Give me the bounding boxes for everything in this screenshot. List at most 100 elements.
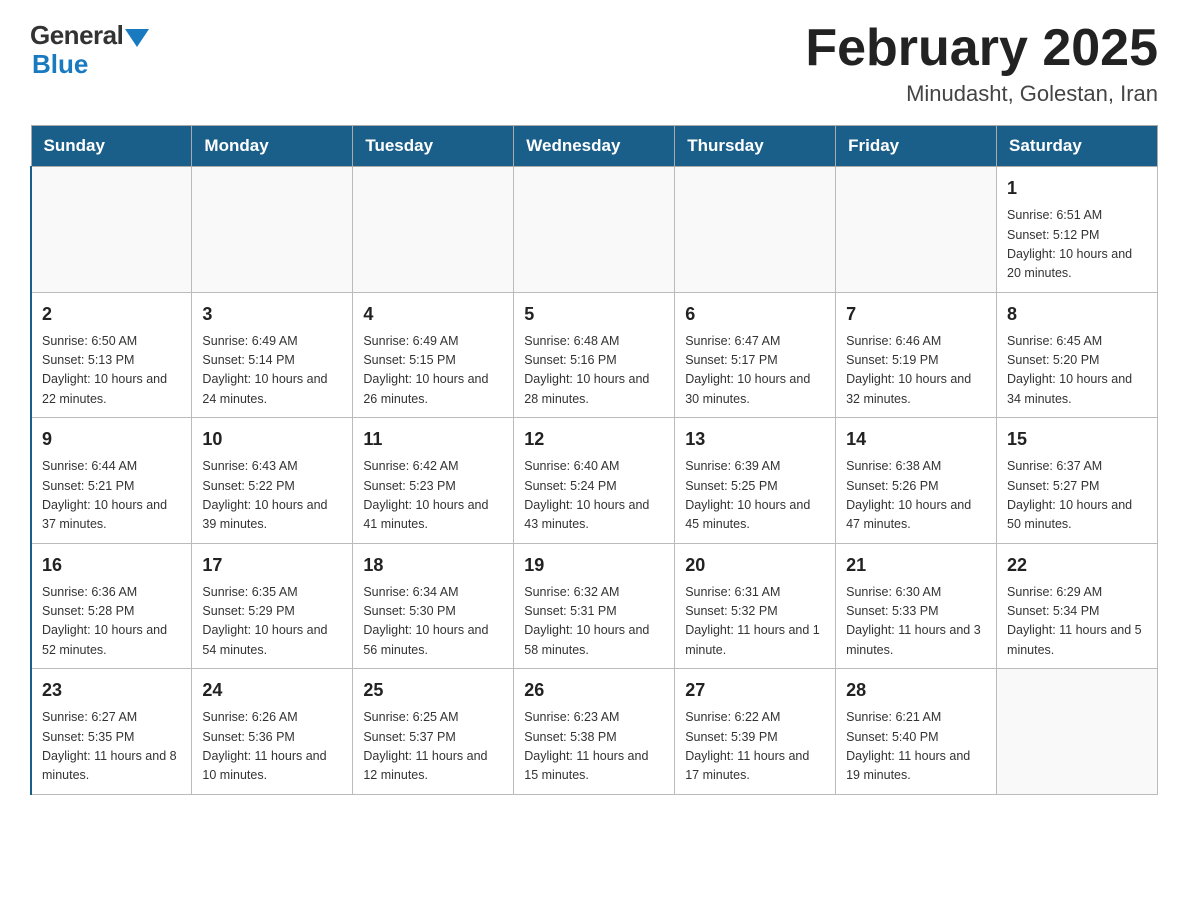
day-info: Sunrise: 6:46 AMSunset: 5:19 PMDaylight:…: [846, 332, 986, 410]
calendar-cell: 27 Sunrise: 6:22 AMSunset: 5:39 PMDayligh…: [675, 669, 836, 795]
day-number: 2: [42, 301, 181, 328]
calendar-cell: 18Sunrise: 6:34 AMSunset: 5:30 PMDayligh…: [353, 543, 514, 669]
logo: General Blue: [30, 20, 149, 80]
day-info: Sunrise: 6:38 AMSunset: 5:26 PMDaylight:…: [846, 457, 986, 535]
calendar-cell: 11 Sunrise: 6:42 AMSunset: 5:23 PMDayligh…: [353, 418, 514, 544]
calendar-week-3: 9 Sunrise: 6:44 AMSunset: 5:21 PMDaylight…: [31, 418, 1158, 544]
day-info: Sunrise: 6:37 AMSunset: 5:27 PMDaylight:…: [1007, 457, 1147, 535]
calendar-cell: 9 Sunrise: 6:44 AMSunset: 5:21 PMDaylight…: [31, 418, 192, 544]
calendar-cell: 7 Sunrise: 6:46 AMSunset: 5:19 PMDaylight…: [836, 292, 997, 418]
day-info: Sunrise: 6:47 AMSunset: 5:17 PMDaylight:…: [685, 332, 825, 410]
calendar-cell: 26 Sunrise: 6:23 AMSunset: 5:38 PMDayligh…: [514, 669, 675, 795]
logo-blue-text: Blue: [30, 49, 88, 80]
day-number: 23: [42, 677, 181, 704]
calendar-cell: 22Sunrise: 6:29 AMSunset: 5:34 PMDayligh…: [997, 543, 1158, 669]
day-number: 26: [524, 677, 664, 704]
day-info: Sunrise: 6:45 AMSunset: 5:20 PMDaylight:…: [1007, 332, 1147, 410]
calendar-week-2: 2 Sunrise: 6:50 AMSunset: 5:13 PMDaylight…: [31, 292, 1158, 418]
calendar-cell: 17 Sunrise: 6:35 AMSunset: 5:29 PMDayligh…: [192, 543, 353, 669]
day-info: Sunrise: 6:26 AMSunset: 5:36 PMDaylight:…: [202, 708, 342, 786]
day-number: 1: [1007, 175, 1147, 202]
calendar-week-4: 16 Sunrise: 6:36 AMSunset: 5:28 PMDayligh…: [31, 543, 1158, 669]
day-info: Sunrise: 6:42 AMSunset: 5:23 PMDaylight:…: [363, 457, 503, 535]
day-number: 25: [363, 677, 503, 704]
day-info: Sunrise: 6:49 AMSunset: 5:14 PMDaylight:…: [202, 332, 342, 410]
calendar-week-1: 1 Sunrise: 6:51 AMSunset: 5:12 PMDaylight…: [31, 167, 1158, 293]
calendar-header-friday: Friday: [836, 126, 997, 167]
day-info: Sunrise: 6:27 AMSunset: 5:35 PMDaylight:…: [42, 708, 181, 786]
day-number: 15: [1007, 426, 1147, 453]
day-info: Sunrise: 6:39 AMSunset: 5:25 PMDaylight:…: [685, 457, 825, 535]
day-info: Sunrise: 6:22 AMSunset: 5:39 PMDaylight:…: [685, 708, 825, 786]
page-header: General Blue February 2025 Minudasht, Go…: [30, 20, 1158, 107]
day-info: Sunrise: 6:30 AMSunset: 5:33 PMDaylight:…: [846, 583, 986, 661]
day-info: Sunrise: 6:31 AMSunset: 5:32 PMDaylight:…: [685, 583, 825, 661]
day-info: Sunrise: 6:36 AMSunset: 5:28 PMDaylight:…: [42, 583, 181, 661]
calendar-cell: 8 Sunrise: 6:45 AMSunset: 5:20 PMDaylight…: [997, 292, 1158, 418]
logo-triangle-icon: [125, 29, 149, 47]
calendar-cell: [514, 167, 675, 293]
day-info: Sunrise: 6:32 AMSunset: 5:31 PMDaylight:…: [524, 583, 664, 661]
calendar-cell: [836, 167, 997, 293]
day-number: 6: [685, 301, 825, 328]
day-number: 11: [363, 426, 503, 453]
day-info: Sunrise: 6:51 AMSunset: 5:12 PMDaylight:…: [1007, 206, 1147, 284]
day-info: Sunrise: 6:25 AMSunset: 5:37 PMDaylight:…: [363, 708, 503, 786]
calendar-header-tuesday: Tuesday: [353, 126, 514, 167]
day-info: Sunrise: 6:35 AMSunset: 5:29 PMDaylight:…: [202, 583, 342, 661]
calendar-cell: 19 Sunrise: 6:32 AMSunset: 5:31 PMDayligh…: [514, 543, 675, 669]
calendar-cell: 13 Sunrise: 6:39 AMSunset: 5:25 PMDayligh…: [675, 418, 836, 544]
calendar-cell: 1 Sunrise: 6:51 AMSunset: 5:12 PMDaylight…: [997, 167, 1158, 293]
calendar-cell: 24 Sunrise: 6:26 AMSunset: 5:36 PMDayligh…: [192, 669, 353, 795]
calendar-header-monday: Monday: [192, 126, 353, 167]
calendar-cell: 14 Sunrise: 6:38 AMSunset: 5:26 PMDayligh…: [836, 418, 997, 544]
day-info: Sunrise: 6:43 AMSunset: 5:22 PMDaylight:…: [202, 457, 342, 535]
day-number: 17: [202, 552, 342, 579]
day-number: 16: [42, 552, 181, 579]
calendar-cell: [353, 167, 514, 293]
day-number: 28: [846, 677, 986, 704]
day-number: 27: [685, 677, 825, 704]
calendar-cell: 15 Sunrise: 6:37 AMSunset: 5:27 PMDayligh…: [997, 418, 1158, 544]
day-info: Sunrise: 6:44 AMSunset: 5:21 PMDaylight:…: [42, 457, 181, 535]
calendar-cell: 23 Sunrise: 6:27 AMSunset: 5:35 PMDayligh…: [31, 669, 192, 795]
calendar-header-row: SundayMondayTuesdayWednesdayThursdayFrid…: [31, 126, 1158, 167]
day-number: 9: [42, 426, 181, 453]
month-title: February 2025: [805, 20, 1158, 77]
day-info: Sunrise: 6:40 AMSunset: 5:24 PMDaylight:…: [524, 457, 664, 535]
day-info: Sunrise: 6:23 AMSunset: 5:38 PMDaylight:…: [524, 708, 664, 786]
location-title: Minudasht, Golestan, Iran: [805, 81, 1158, 107]
day-info: Sunrise: 6:34 AMSunset: 5:30 PMDaylight:…: [363, 583, 503, 661]
day-number: 19: [524, 552, 664, 579]
day-number: 24: [202, 677, 342, 704]
day-info: Sunrise: 6:29 AMSunset: 5:34 PMDaylight:…: [1007, 583, 1147, 661]
day-number: 5: [524, 301, 664, 328]
calendar-week-5: 23 Sunrise: 6:27 AMSunset: 5:35 PMDayligh…: [31, 669, 1158, 795]
calendar-cell: [675, 167, 836, 293]
calendar-cell: 2 Sunrise: 6:50 AMSunset: 5:13 PMDaylight…: [31, 292, 192, 418]
calendar-table: SundayMondayTuesdayWednesdayThursdayFrid…: [30, 125, 1158, 795]
calendar-cell: 21 Sunrise: 6:30 AMSunset: 5:33 PMDayligh…: [836, 543, 997, 669]
day-number: 13: [685, 426, 825, 453]
day-info: Sunrise: 6:21 AMSunset: 5:40 PMDaylight:…: [846, 708, 986, 786]
day-number: 21: [846, 552, 986, 579]
logo-general-text: General: [30, 20, 123, 51]
day-info: Sunrise: 6:48 AMSunset: 5:16 PMDaylight:…: [524, 332, 664, 410]
calendar-cell: [997, 669, 1158, 795]
day-number: 14: [846, 426, 986, 453]
title-section: February 2025 Minudasht, Golestan, Iran: [805, 20, 1158, 107]
calendar-cell: 16 Sunrise: 6:36 AMSunset: 5:28 PMDayligh…: [31, 543, 192, 669]
calendar-header-saturday: Saturday: [997, 126, 1158, 167]
day-number: 12: [524, 426, 664, 453]
calendar-header-wednesday: Wednesday: [514, 126, 675, 167]
day-info: Sunrise: 6:49 AMSunset: 5:15 PMDaylight:…: [363, 332, 503, 410]
day-number: 7: [846, 301, 986, 328]
calendar-cell: 4Sunrise: 6:49 AMSunset: 5:15 PMDaylight…: [353, 292, 514, 418]
calendar-cell: 3Sunrise: 6:49 AMSunset: 5:14 PMDaylight…: [192, 292, 353, 418]
day-info: Sunrise: 6:50 AMSunset: 5:13 PMDaylight:…: [42, 332, 181, 410]
calendar-cell: 5 Sunrise: 6:48 AMSunset: 5:16 PMDaylight…: [514, 292, 675, 418]
calendar-header-thursday: Thursday: [675, 126, 836, 167]
day-number: 10: [202, 426, 342, 453]
day-number: 8: [1007, 301, 1147, 328]
calendar-cell: 25 Sunrise: 6:25 AMSunset: 5:37 PMDayligh…: [353, 669, 514, 795]
